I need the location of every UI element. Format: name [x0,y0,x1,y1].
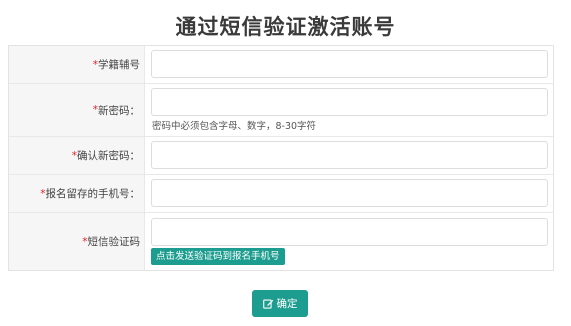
phone-label-text: 报名留存的手机号： [45,188,141,200]
form-row-sms-code: * 短信验证码 点击发送验证码到报名手机号 [9,213,553,270]
new-password-input[interactable] [151,88,548,116]
sms-code-label-text: 短信验证码 [87,236,141,248]
form-row-student-id: * 学籍辅号 [9,46,553,84]
new-password-label-text: 新密码： [98,104,140,117]
confirm-button[interactable]: 确定 [252,290,308,317]
new-password-cell: 密码中必须包含字母、数字，8-30字符 [145,84,553,136]
confirm-button-label: 确定 [276,298,298,310]
form-row-confirm-password: * 确认新密码： [9,137,553,175]
form-row-new-password: * 新密码： 密码中必须包含字母、数字，8-30字符 [9,84,553,137]
sms-code-input[interactable] [151,218,548,246]
phone-cell [145,175,553,212]
confirm-password-label: * 确认新密码： [9,137,145,174]
student-id-label: * 学籍辅号 [9,46,145,83]
phone-input[interactable] [151,179,548,207]
activation-form: * 学籍辅号 * 新密码： 密码中必须包含字母、数字，8-30字符 * 确认新密码： … [8,45,554,271]
student-id-input[interactable] [151,50,548,78]
sms-code-cell: 点击发送验证码到报名手机号 [145,213,553,270]
form-row-phone: * 报名留存的手机号： [9,175,553,213]
new-password-label: * 新密码： [9,84,145,136]
confirm-password-cell [145,137,553,174]
confirm-password-label-text: 确认新密码： [77,150,140,162]
student-id-cell [145,46,553,83]
password-hint: 密码中必须包含字母、数字，8-30字符 [152,121,317,132]
confirm-password-input[interactable] [151,141,548,169]
send-sms-code-button[interactable]: 点击发送验证码到报名手机号 [151,248,285,265]
sms-code-label: * 短信验证码 [9,213,145,270]
edit-icon [262,298,274,309]
page-title: 通过短信验证激活账号 [175,15,396,39]
student-id-label-text: 学籍辅号 [98,59,140,71]
phone-label: * 报名留存的手机号： [9,175,145,212]
